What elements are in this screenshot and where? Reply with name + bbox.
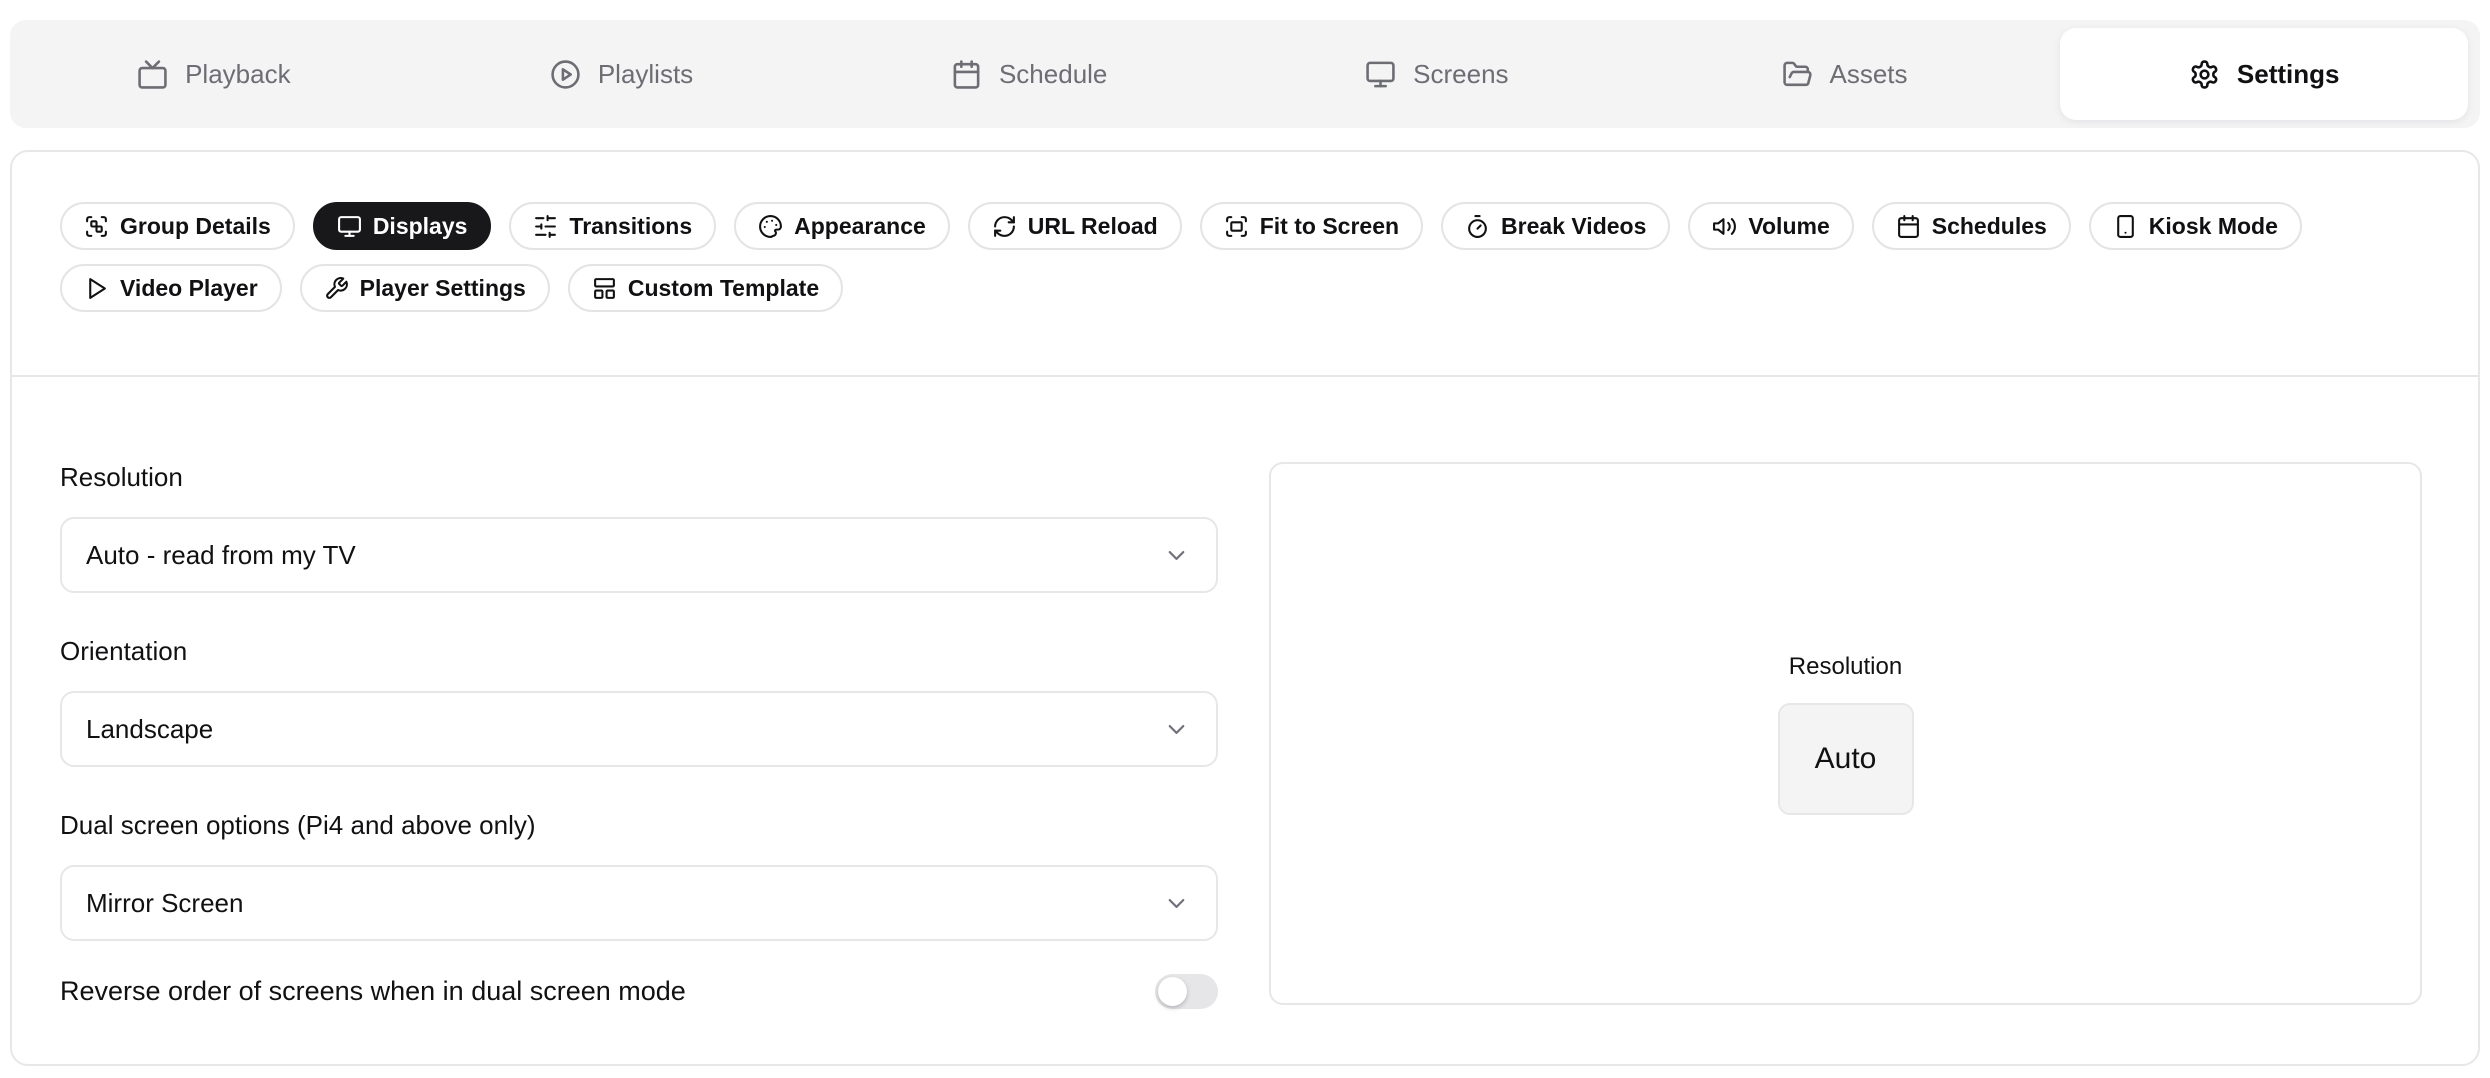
tab-label: Screens: [1413, 59, 1508, 90]
pill-label: Appearance: [794, 213, 926, 240]
pill-kiosk-mode[interactable]: Kiosk Mode: [2089, 202, 2302, 250]
resolution-select[interactable]: Auto - read from my TV: [60, 517, 1218, 593]
pill-label: Volume: [1748, 213, 1829, 240]
tv-icon: [137, 59, 168, 90]
fullscreen-icon: [1224, 214, 1249, 239]
tab-label: Schedule: [999, 59, 1107, 90]
palette-icon: [758, 214, 783, 239]
displays-settings-content: Resolution Auto - read from my TV Orient…: [60, 462, 2422, 1009]
tab-screens[interactable]: Screens: [1233, 20, 1641, 128]
pill-label: Custom Template: [628, 275, 819, 302]
folder-open-icon: [1782, 59, 1813, 90]
pill-custom-template[interactable]: Custom Template: [568, 264, 843, 312]
tab-settings[interactable]: Settings: [2060, 28, 2468, 120]
pill-label: Displays: [373, 213, 468, 240]
pill-label: Schedules: [1932, 213, 2047, 240]
timer-icon: [1465, 214, 1490, 239]
resolution-value: Auto - read from my TV: [86, 540, 356, 571]
pill-label: Fit to Screen: [1260, 213, 1399, 240]
calendar-icon: [951, 59, 982, 90]
smartphone-icon: [2113, 214, 2138, 239]
tab-playback[interactable]: Playback: [10, 20, 418, 128]
displays-form: Resolution Auto - read from my TV Orient…: [60, 462, 1218, 1009]
pill-transitions[interactable]: Transitions: [509, 202, 716, 250]
top-navigation: Playback Playlists Schedule Screens Asse…: [10, 20, 2480, 128]
pill-fit-to-screen[interactable]: Fit to Screen: [1200, 202, 1423, 250]
chevron-down-icon: [1163, 716, 1190, 743]
sliders-icon: [533, 214, 558, 239]
orientation-value: Landscape: [86, 714, 213, 745]
calendar-icon: [1896, 214, 1921, 239]
pill-break-videos[interactable]: Break Videos: [1441, 202, 1670, 250]
preview-resolution-value: Auto: [1815, 742, 1877, 776]
wrench-icon: [324, 276, 349, 301]
tab-playlists[interactable]: Playlists: [418, 20, 826, 128]
pill-label: Break Videos: [1501, 213, 1646, 240]
play-icon: [84, 276, 109, 301]
refresh-icon: [992, 214, 1017, 239]
tab-label: Assets: [1830, 59, 1908, 90]
dual-screen-value: Mirror Screen: [86, 888, 243, 919]
pill-label: Kiosk Mode: [2149, 213, 2278, 240]
monitor-icon: [1365, 59, 1396, 90]
pill-label: Video Player: [120, 275, 258, 302]
tab-label: Playlists: [598, 59, 693, 90]
orientation-select[interactable]: Landscape: [60, 691, 1218, 767]
resolution-label: Resolution: [60, 462, 1218, 492]
toggle-knob: [1158, 977, 1187, 1006]
resolution-preview-panel: Resolution Auto: [1269, 462, 2422, 1005]
pill-label: Transitions: [569, 213, 692, 240]
pill-label: Group Details: [120, 213, 271, 240]
chevron-down-icon: [1163, 542, 1190, 569]
pill-player-settings[interactable]: Player Settings: [300, 264, 550, 312]
settings-card: Group Details Displays Transitions Appea…: [10, 150, 2480, 1066]
pill-displays[interactable]: Displays: [313, 202, 492, 250]
monitor-icon: [337, 214, 362, 239]
layout-panel-icon: [592, 276, 617, 301]
reverse-screens-toggle[interactable]: [1155, 974, 1218, 1009]
pill-volume[interactable]: Volume: [1688, 202, 1853, 250]
reverse-screens-label: Reverse order of screens when in dual sc…: [60, 976, 686, 1007]
preview-resolution-box: Auto: [1778, 703, 1914, 815]
preview-resolution-label: Resolution: [1789, 653, 1902, 681]
pill-label: URL Reload: [1028, 213, 1158, 240]
settings-subtabs: Group Details Displays Transitions Appea…: [12, 152, 2478, 377]
pill-label: Player Settings: [360, 275, 526, 302]
tab-label: Settings: [2237, 59, 2340, 90]
chevron-down-icon: [1163, 890, 1190, 917]
dual-screen-select[interactable]: Mirror Screen: [60, 865, 1218, 941]
group-icon: [84, 214, 109, 239]
volume-icon: [1712, 214, 1737, 239]
tab-schedule[interactable]: Schedule: [825, 20, 1233, 128]
play-circle-icon: [550, 59, 581, 90]
orientation-label: Orientation: [60, 636, 1218, 666]
pill-appearance[interactable]: Appearance: [734, 202, 950, 250]
reverse-screens-row: Reverse order of screens when in dual sc…: [60, 974, 1218, 1009]
gear-icon: [2189, 59, 2220, 90]
tab-label: Playback: [185, 59, 291, 90]
pill-video-player[interactable]: Video Player: [60, 264, 282, 312]
dual-screen-label: Dual screen options (Pi4 and above only): [60, 810, 1218, 840]
pill-group-details[interactable]: Group Details: [60, 202, 295, 250]
pill-url-reload[interactable]: URL Reload: [968, 202, 1182, 250]
pill-schedules[interactable]: Schedules: [1872, 202, 2071, 250]
tab-assets[interactable]: Assets: [1641, 20, 2049, 128]
